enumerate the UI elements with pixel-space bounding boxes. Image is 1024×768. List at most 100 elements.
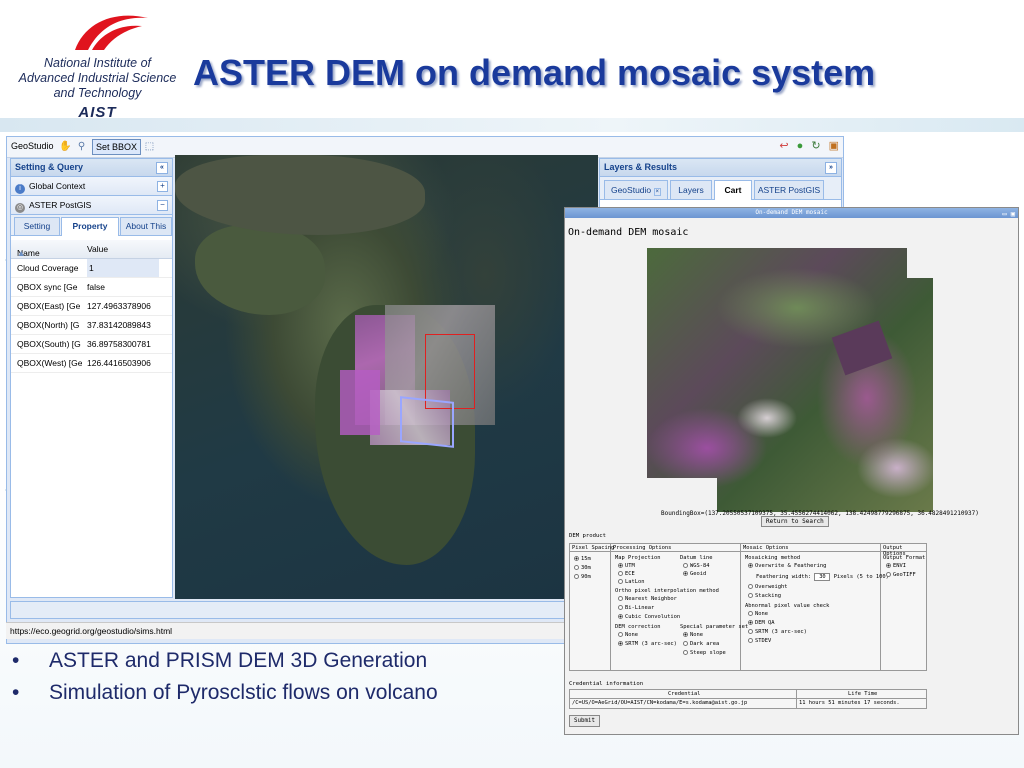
collapse-left-icon[interactable]: « [156,162,168,174]
set-bbox-button[interactable]: Set BBOX [92,139,142,155]
col-processing-options: Processing Options [613,545,672,551]
row-value[interactable]: 127.4963378906 [87,301,157,311]
radio-cubic[interactable]: Cubic Convolution [618,614,680,620]
query-bbox-red[interactable] [425,334,475,409]
close-tab-icon[interactable]: × [653,188,662,196]
refresh-icon[interactable]: ↻ [811,140,820,152]
layers-results-panel: Layers & Results » GeoStudio × Layers Ca… [599,158,842,210]
radio-special-none[interactable]: None [683,632,703,638]
back-icon[interactable]: ↩ [779,140,788,152]
submit-button[interactable]: Submit [569,715,600,727]
table-row[interactable]: QBOX(East) [Ge 127.4963378906 [11,297,172,316]
radio-stdev[interactable]: STDEV [748,638,771,644]
radio-overwrite-feathering[interactable]: Overwrite & Feathering [748,563,826,569]
table-row[interactable]: QBOX sync [Ge false [11,278,172,297]
radio-overweight[interactable]: Overweight [748,584,787,590]
row-value[interactable]: 37.83142089843 [87,320,157,330]
tab-layers[interactable]: Layers [670,180,712,199]
window-buttons-icon[interactable]: ▭ ▣ [1002,209,1015,219]
radio-correction-none[interactable]: None [618,632,638,638]
radio-abnormal-none[interactable]: None [748,611,768,617]
radio-envi[interactable]: ENVI [886,563,906,569]
row-value[interactable]: 1 [87,259,159,277]
radio-utm-label: UTM [625,563,635,569]
row-value[interactable]: 36.89758300781 [87,339,157,349]
return-to-search-button[interactable]: Return to Search [761,516,829,527]
radio-latlon[interactable]: LatLon [618,579,644,585]
radio-dem-qa[interactable]: DEM QA [748,620,774,626]
radio-bilinear[interactable]: Bi-Linear [618,605,654,611]
dem-product-label: DEM product [569,533,607,539]
satellite-map[interactable] [175,155,598,599]
row-value[interactable]: 126.4416503906 [87,358,157,368]
radio-abnormal-srtm[interactable]: SRTM (3 arc-sec) [748,629,807,635]
radio-ece-label: ECE [625,571,635,577]
tab-aster-postgis[interactable]: ASTER PostGIS [754,180,824,199]
geostudio-brand: GeoStudio [11,141,54,151]
credential-header: Credential [668,691,701,697]
special-label: Special parameter set [680,624,749,630]
datum-label: Datum line [680,555,713,561]
credential-value: /C=US/O=AeGrid/OU=AIST/CN=kodama/E=s.kod… [572,700,748,706]
dem-correction-label: DEM correction [615,624,661,630]
tab-geostudio-label: GeoStudio [610,185,652,195]
table-row[interactable]: QBOX(South) [G 36.89758300781 [11,335,172,354]
radio-overweight-label: Overweight [755,584,788,590]
row-name: QBOX sync [Ge [17,282,78,292]
accordion-global-context[interactable]: i Global Context + [11,177,172,196]
row-name: Cloud Coverage [17,263,79,273]
layers-results-header: Layers & Results » [600,159,841,177]
tab-property[interactable]: Property [61,217,119,236]
table-row[interactable]: Cloud Coverage 1 [11,259,172,278]
column-divider [740,544,741,670]
select-tool-icon[interactable]: ⬚ [143,140,156,153]
radio-wgs84-label: WGS-84 [690,563,710,569]
feathering-row: Feathering width: 30 Pixels (5 to 100) [756,573,889,581]
bullet-dot-icon: • [12,681,20,704]
radio-abnormal-srtm-label: SRTM (3 arc-sec) [755,629,807,635]
row-value[interactable]: false [87,282,157,292]
radio-dark-area[interactable]: Dark area [683,641,719,647]
selection-bbox-blue[interactable] [400,396,454,448]
map-landmass [195,225,325,315]
tab-setting[interactable]: Setting [14,217,60,235]
pan-tool-icon[interactable]: ✋ [59,140,72,153]
aist-logo: National Institute of Advanced Industria… [10,12,185,122]
radio-geoid[interactable]: Geoid [683,571,706,577]
export-icon[interactable]: ▣ [829,140,839,152]
radio-correction-srtm[interactable]: SRTM (3 arc-sec) [618,641,677,647]
radio-utm[interactable]: UTM [618,563,635,569]
collapse-icon[interactable]: − [157,200,168,211]
radio-15m[interactable]: 15m [574,556,591,562]
radio-90m[interactable]: 90m [574,574,591,580]
sort-asc-icon: ▲ [17,248,26,258]
tab-geostudio[interactable]: GeoStudio × [604,180,668,199]
radio-steep-slope-label: Steep slope [690,650,726,656]
title-band [0,118,1024,132]
tab-cart[interactable]: Cart [714,180,752,200]
table-row[interactable]: QBOX(West) [Ge 126.4416503906 [11,354,172,373]
radio-stacking[interactable]: Stacking [748,593,781,599]
radio-geotiff[interactable]: GeoTIFF [886,572,916,578]
feathering-width-input[interactable]: 30 [814,573,831,581]
database-icon: ◎ [15,203,25,213]
radio-ece[interactable]: ECE [618,571,635,577]
ondemand-heading: On-demand DEM mosaic [568,227,689,238]
radio-stdev-label: STDEV [755,638,772,644]
status-url: https://eco.geogrid.org/geostudio/sims.h… [10,626,173,636]
collapse-right-icon[interactable]: » [825,162,837,174]
expand-icon[interactable]: + [157,181,168,192]
radio-steep-slope[interactable]: Steep slope [683,650,726,656]
column-value-header[interactable]: Value [87,244,108,254]
tab-about-this[interactable]: About This [120,217,172,235]
radio-abnormal-none-label: None [755,611,768,617]
bullet-list: • ASTER and PRISM DEM 3D Generation • Simu… [12,648,557,712]
radio-nearest[interactable]: Nearest Neighbor [618,596,677,602]
accordion-aster-postgis[interactable]: ◎ ASTER PostGIS − [11,196,172,215]
table-row[interactable]: QBOX(North) [G 37.83142089843 [11,316,172,335]
zoom-tool-icon[interactable]: ⚲ [75,140,88,153]
globe-icon[interactable]: ● [797,140,804,152]
radio-30m[interactable]: 30m [574,565,591,571]
radio-latlon-label: LatLon [625,579,645,585]
radio-wgs84[interactable]: WGS-84 [683,563,709,569]
